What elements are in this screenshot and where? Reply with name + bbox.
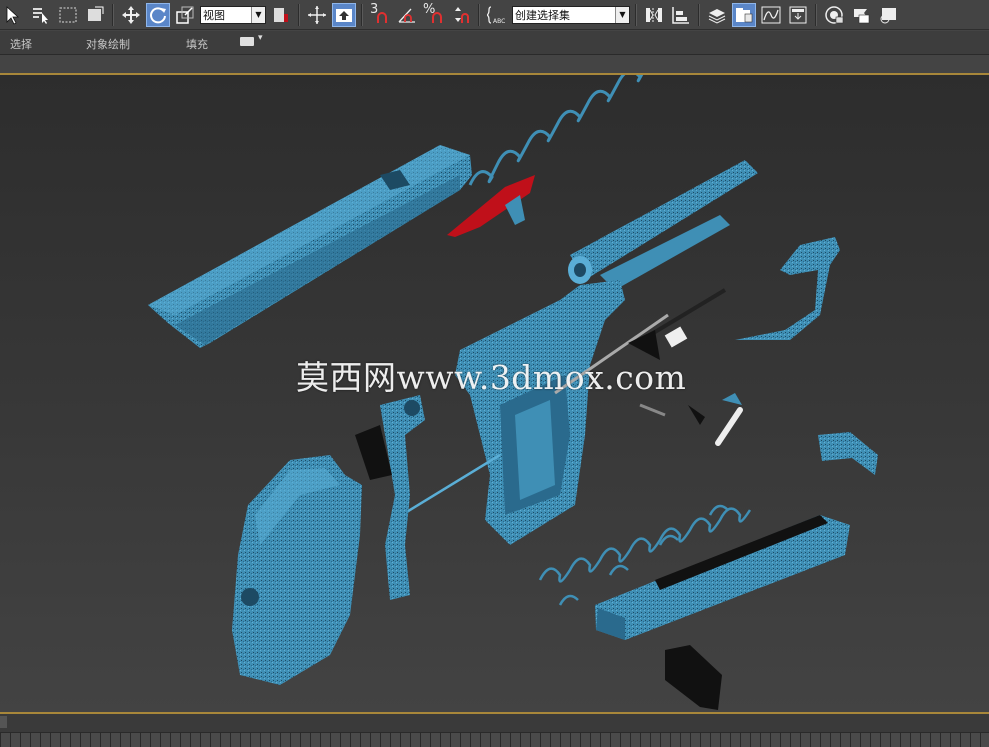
- main-toolbar: 视图 ▼ 3 % ABC 创建选择集 ▼: [0, 0, 989, 30]
- chevron-down-icon[interactable]: ▼: [251, 6, 265, 23]
- toolbar-separator: [815, 3, 817, 26]
- toolbar-separator: [112, 3, 114, 26]
- toolbar-separator: [635, 3, 637, 26]
- ribbon-tab-populate[interactable]: 填充: [186, 36, 208, 52]
- mirror-icon[interactable]: [642, 3, 666, 27]
- reference-coordinate-dropdown[interactable]: 视图 ▼: [200, 5, 266, 24]
- recoil-spring: [468, 75, 644, 186]
- toolbar-separator: [698, 3, 700, 26]
- ribbon-collapsed-panel: [0, 55, 989, 73]
- svg-text:ABC: ABC: [493, 18, 505, 25]
- watermark-text: 莫西网www.3dmox.com: [296, 358, 687, 397]
- reference-coordinate-value: 视图: [203, 8, 225, 22]
- move-icon[interactable]: [119, 3, 143, 27]
- hammer-assembly: [355, 395, 425, 600]
- snaps-toggle-icon[interactable]: 3: [368, 1, 392, 27]
- time-slider-handle[interactable]: [0, 716, 7, 728]
- toolbar-separator: [298, 3, 300, 26]
- time-slider[interactable]: [0, 714, 989, 733]
- track-bar[interactable]: [0, 733, 989, 747]
- edit-named-selection-icon[interactable]: ABC: [485, 3, 509, 27]
- render-setup-icon[interactable]: [849, 3, 873, 27]
- ribbon-options-icon[interactable]: [240, 37, 254, 46]
- curve-editor-icon[interactable]: [759, 3, 783, 27]
- ribbon-bar: 选择 对象绘制 填充 ▾: [0, 31, 989, 55]
- pistol-frame: [455, 280, 625, 545]
- pivot-center-icon[interactable]: [269, 3, 293, 27]
- rotate-icon[interactable]: [146, 2, 170, 27]
- magazine-catch: [818, 432, 878, 475]
- spinner-snap-icon[interactable]: [449, 3, 473, 27]
- chevron-down-icon[interactable]: ▼: [615, 6, 629, 23]
- pistol-slide: [148, 145, 472, 348]
- keyboard-shortcut-override-icon[interactable]: [332, 2, 356, 27]
- snap-label: 3: [370, 1, 379, 17]
- chevron-down-icon[interactable]: ▾: [258, 33, 263, 43]
- align-icon[interactable]: [669, 3, 693, 27]
- select-object-icon[interactable]: [2, 3, 26, 27]
- trigger-guard: [735, 237, 840, 340]
- named-selection-set-dropdown[interactable]: 创建选择集 ▼: [512, 5, 630, 24]
- rendered-frame-window-icon[interactable]: [876, 3, 900, 27]
- select-by-name-icon[interactable]: [29, 3, 53, 27]
- angle-snap-icon[interactable]: [395, 3, 419, 27]
- magazine-follower: [665, 645, 722, 710]
- ribbon-tab-object-paint[interactable]: 对象绘制: [86, 36, 130, 52]
- scale-icon[interactable]: [173, 3, 197, 27]
- toolbar-separator: [478, 3, 480, 26]
- named-selection-set-value: 创建选择集: [515, 8, 570, 22]
- layer-explorer-icon[interactable]: [705, 3, 729, 27]
- percent-label: %: [423, 1, 436, 17]
- perspective-viewport[interactable]: 莫西网www.3dmox.com: [0, 75, 989, 712]
- toolbar-separator: [361, 3, 363, 26]
- grip-panel: [232, 455, 362, 685]
- schematic-view-icon[interactable]: [786, 3, 810, 27]
- link-rod: [404, 453, 501, 515]
- percent-snap-icon[interactable]: %: [422, 1, 446, 27]
- window-crossing-icon[interactable]: [83, 3, 107, 27]
- select-and-manipulate-icon[interactable]: [305, 3, 329, 27]
- pistol-barrel: [568, 160, 758, 290]
- toggle-scene-explorer-icon[interactable]: [732, 2, 756, 27]
- magazine: [595, 515, 850, 640]
- material-editor-icon[interactable]: [822, 3, 846, 27]
- rectangular-selection-icon[interactable]: [56, 3, 80, 27]
- ribbon-tab-select[interactable]: 选择: [10, 36, 32, 52]
